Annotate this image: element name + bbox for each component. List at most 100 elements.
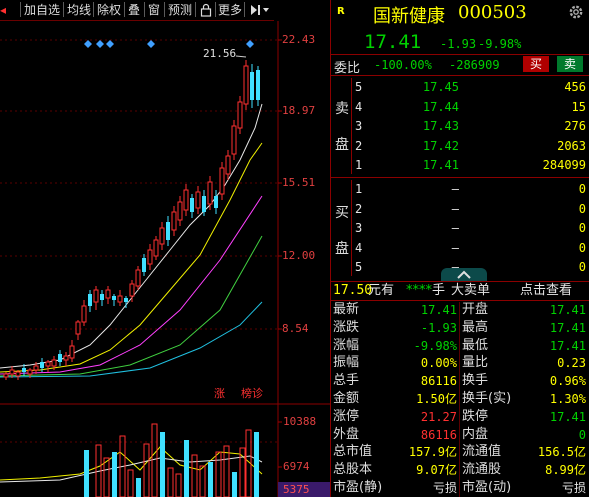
stat-value: -9.98% <box>413 338 457 353</box>
expand-toggle[interactable] <box>441 268 487 281</box>
stat-label: 最低 <box>462 337 489 353</box>
candle-body <box>142 258 146 272</box>
toolbar-divider <box>144 2 145 17</box>
candle-body <box>250 72 254 100</box>
candle-body <box>9 369 15 375</box>
stat-label: 涨停 <box>333 408 360 424</box>
buy-level-number: 3 <box>355 221 363 235</box>
stat-row: 外盘 86116 内盘 0 <box>331 426 589 444</box>
lock-icon[interactable] <box>200 2 212 18</box>
buy-level-price: – <box>451 201 459 216</box>
add-watchlist-button[interactable]: 加自选 <box>24 2 60 18</box>
buy-level-row[interactable]: 1 – 0 <box>331 180 589 198</box>
sell-level-row[interactable]: 1 17.41 284099 <box>331 156 589 174</box>
stat-value: 亏损 <box>561 481 586 495</box>
rating-badge: R <box>337 6 345 17</box>
toolbar-divider <box>195 2 196 17</box>
forecast-button[interactable]: 预测 <box>168 2 192 18</box>
buy-level-row[interactable]: 4 – 0 <box>331 239 589 257</box>
price-axis-label: 12.00 <box>282 249 316 262</box>
candle-body <box>207 181 213 205</box>
stat-value: 1.50亿 <box>416 392 457 406</box>
moving-average-button[interactable]: 均线 <box>67 2 91 18</box>
stat-label: 市盈(动) <box>462 480 512 495</box>
stat-label: 换手(实) <box>462 391 512 406</box>
big-sell-order-label: 大卖单 <box>451 283 491 298</box>
buy-level-row[interactable]: 2 – 0 <box>331 200 589 218</box>
buy-button[interactable]: 买 <box>523 56 549 72</box>
sell-order-book: 卖 盘 5 17.45 456 4 17.44 15 3 17.43 276 2 17.42 2063… <box>331 76 589 176</box>
limit-up-tag[interactable]: 涨 <box>214 385 225 401</box>
big-order-masked-qty: **** <box>406 283 432 298</box>
stat-value: 1.30% <box>549 392 586 406</box>
volume-axis-label: 6974 <box>283 460 310 473</box>
volume-bar <box>167 467 174 497</box>
candle-body <box>75 321 81 335</box>
candle-body <box>100 294 104 300</box>
stat-row: 最新 17.41 开盘 17.41 <box>331 301 589 319</box>
ranking-diagnosis-tag[interactable]: 榜诊 <box>241 385 263 401</box>
more-button[interactable]: 更多 <box>218 2 242 18</box>
left-arrow-icon[interactable]: ◂ <box>0 2 6 18</box>
stat-label: 量比 <box>462 355 489 371</box>
kline-chart[interactable]: 21.56 22.43 18.97 15.51 12.00 8.54 涨 榜诊 … <box>0 21 330 497</box>
stat-label: 金额 <box>333 391 360 406</box>
sell-button[interactable]: 卖 <box>557 56 583 72</box>
ex-rights-button[interactable]: 除权 <box>97 2 121 18</box>
weibi-label: 委比 <box>334 61 361 76</box>
candle-body <box>225 155 231 175</box>
candle-body <box>202 196 206 212</box>
buy-level-row[interactable]: 3 – 0 <box>331 219 589 237</box>
chevron-up-icon[interactable] <box>441 268 487 281</box>
overlay-button[interactable]: 叠 <box>128 2 140 18</box>
click-to-view-link[interactable]: 点击查看 <box>520 282 572 300</box>
big-sell-order-bar[interactable]: 17.50 元有 **** 手 大卖单 点击查看 <box>331 282 589 300</box>
period-high-label: 21.56 <box>203 47 237 60</box>
buy-level-number: 2 <box>355 201 363 216</box>
sell-level-volume: 2063 <box>557 138 586 153</box>
stat-label: 市盈(静) <box>333 480 383 495</box>
candle-body <box>40 362 44 368</box>
toolbar-divider <box>215 2 216 17</box>
sell-level-row[interactable]: 5 17.45 456 <box>331 78 589 96</box>
chart-toolbar: ◂ 加自选 均线 除权 叠 窗 预测 更多 <box>0 0 274 21</box>
volume-axis-label: 5375 <box>283 483 310 496</box>
candle-body <box>129 283 135 297</box>
ma-line-cyan <box>0 301 263 378</box>
candle-body <box>214 196 218 208</box>
price-change: -1.93 <box>440 37 477 51</box>
candle-body <box>51 359 57 367</box>
stat-value: 17.41 <box>420 303 457 317</box>
sell-level-row[interactable]: 4 17.44 15 <box>331 98 589 116</box>
candle-body <box>124 298 128 302</box>
buy-level-volume: 0 <box>578 221 586 235</box>
stat-value: 17.41 <box>549 409 586 424</box>
candle-body <box>153 239 159 257</box>
candle-body <box>256 70 260 100</box>
sell-level-number: 1 <box>355 158 363 172</box>
candle-body <box>166 222 170 240</box>
window-button[interactable]: 窗 <box>148 2 160 18</box>
candle-body <box>117 295 123 303</box>
gear-icon[interactable] <box>567 3 585 21</box>
volume-bar <box>184 440 189 497</box>
volume-bar <box>136 478 141 497</box>
collapse-panel-icon[interactable] <box>248 2 270 18</box>
sell-level-number: 4 <box>355 99 363 114</box>
quote-statistics: 最新 17.41 开盘 17.41 涨跌 -1.93 最高 17.41 涨幅 -9.98% 最低 17… <box>331 300 589 497</box>
candle-body <box>58 354 62 362</box>
volume-bar <box>84 450 89 497</box>
candle-body <box>15 371 21 377</box>
kline-chart-canvas[interactable] <box>0 21 330 497</box>
stat-row: 市盈(静) 亏损 市盈(动) 亏损 <box>331 479 589 497</box>
stat-value: 21.27 <box>420 409 457 424</box>
last-price: 17.41 <box>364 31 422 53</box>
divider <box>331 54 589 55</box>
toolbar-divider <box>124 2 125 17</box>
sell-level-row[interactable]: 2 17.42 2063 <box>331 137 589 155</box>
candle-body <box>135 269 141 287</box>
stat-row: 涨停 21.27 跌停 17.41 <box>331 408 589 426</box>
sell-level-row[interactable]: 3 17.43 276 <box>331 117 589 135</box>
stat-label: 总市值 <box>333 444 373 460</box>
candle-body <box>171 211 177 231</box>
